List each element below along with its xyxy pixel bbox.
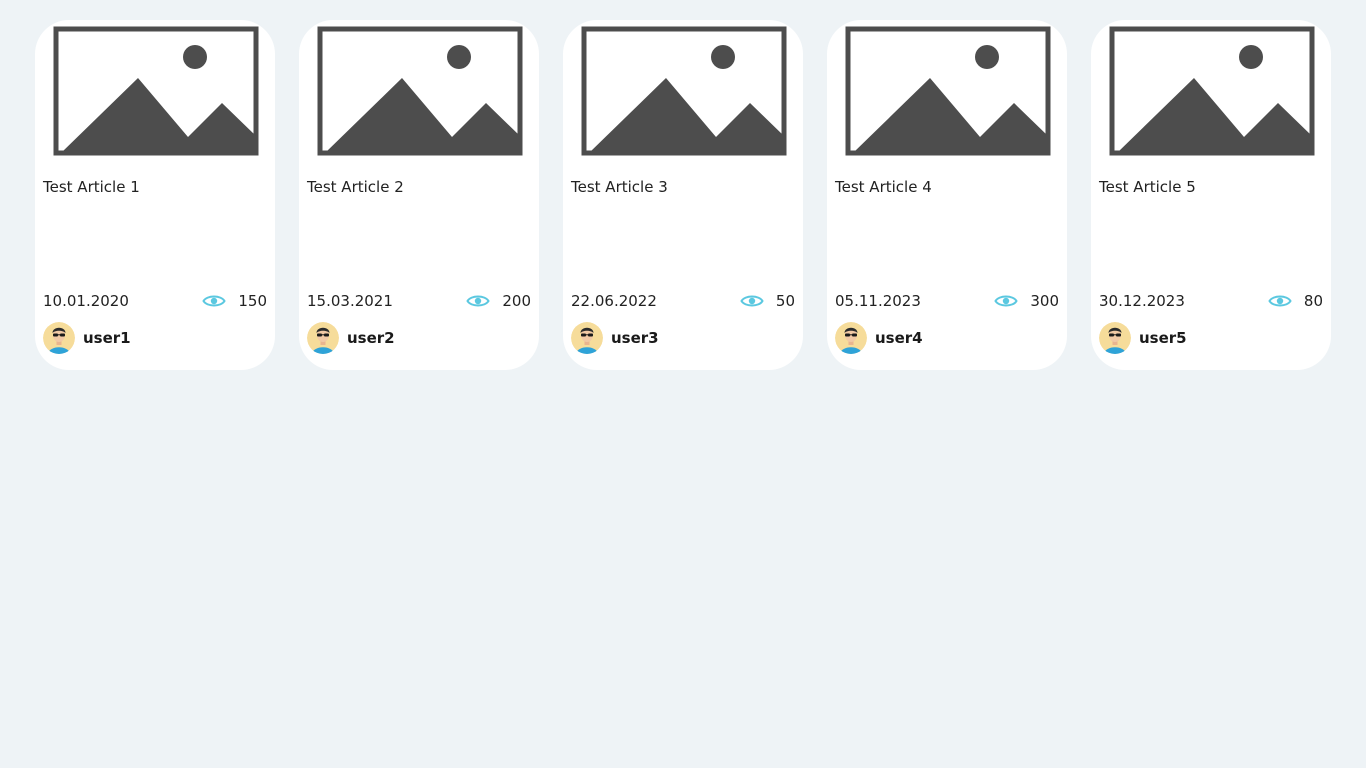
view-count-value: 300 (1030, 292, 1059, 310)
article-card[interactable]: Test Article 3 22.06.2022 50 user3 (563, 20, 803, 370)
view-count-value: 50 (775, 292, 795, 310)
image-placeholder-icon (845, 26, 1051, 156)
user-avatar (43, 322, 75, 354)
view-count: 200 (466, 292, 531, 310)
article-author[interactable]: user3 (571, 322, 659, 354)
user-avatar (1099, 322, 1131, 354)
article-card[interactable]: Test Article 1 10.01.2020 150 user1 (35, 20, 275, 370)
article-title[interactable]: Test Article 1 (43, 177, 140, 197)
article-meta: 10.01.2020 150 (43, 291, 267, 311)
article-meta: 05.11.2023 300 (835, 291, 1059, 311)
image-placeholder-icon (581, 26, 787, 156)
article-meta: 15.03.2021 200 (307, 291, 531, 311)
article-date: 15.03.2021 (307, 292, 393, 310)
article-title[interactable]: Test Article 4 (835, 177, 932, 197)
article-author[interactable]: user2 (307, 322, 395, 354)
view-count: 80 (1268, 292, 1323, 310)
view-count-value: 200 (502, 292, 531, 310)
view-count-value: 150 (238, 292, 267, 310)
view-count-value: 80 (1303, 292, 1323, 310)
article-author[interactable]: user1 (43, 322, 131, 354)
article-title[interactable]: Test Article 3 (571, 177, 668, 197)
article-author[interactable]: user4 (835, 322, 923, 354)
user-avatar (835, 322, 867, 354)
view-count: 150 (202, 292, 267, 310)
article-date: 05.11.2023 (835, 292, 921, 310)
eye-icon (994, 293, 1019, 309)
author-username[interactable]: user4 (875, 329, 923, 347)
article-author[interactable]: user5 (1099, 322, 1187, 354)
eye-icon (466, 293, 491, 309)
article-date: 30.12.2023 (1099, 292, 1185, 310)
article-card[interactable]: Test Article 2 15.03.2021 200 user2 (299, 20, 539, 370)
article-meta: 22.06.2022 50 (571, 291, 795, 311)
article-card[interactable]: Test Article 4 05.11.2023 300 user4 (827, 20, 1067, 370)
eye-icon (1268, 293, 1292, 309)
image-placeholder-icon (53, 26, 259, 156)
article-grid: Test Article 1 10.01.2020 150 user1 Test… (35, 20, 1331, 370)
article-card[interactable]: Test Article 5 30.12.2023 80 user5 (1091, 20, 1331, 370)
article-title[interactable]: Test Article 2 (307, 177, 404, 197)
author-username[interactable]: user2 (347, 329, 395, 347)
view-count: 300 (994, 292, 1059, 310)
view-count: 50 (740, 292, 795, 310)
author-username[interactable]: user3 (611, 329, 659, 347)
article-meta: 30.12.2023 80 (1099, 291, 1323, 311)
user-avatar (307, 322, 339, 354)
author-username[interactable]: user5 (1139, 329, 1187, 347)
user-avatar (571, 322, 603, 354)
article-date: 10.01.2020 (43, 292, 129, 310)
article-date: 22.06.2022 (571, 292, 657, 310)
image-placeholder-icon (317, 26, 523, 156)
eye-icon (202, 293, 227, 309)
author-username[interactable]: user1 (83, 329, 131, 347)
article-title[interactable]: Test Article 5 (1099, 177, 1196, 197)
image-placeholder-icon (1109, 26, 1315, 156)
eye-icon (740, 293, 764, 309)
